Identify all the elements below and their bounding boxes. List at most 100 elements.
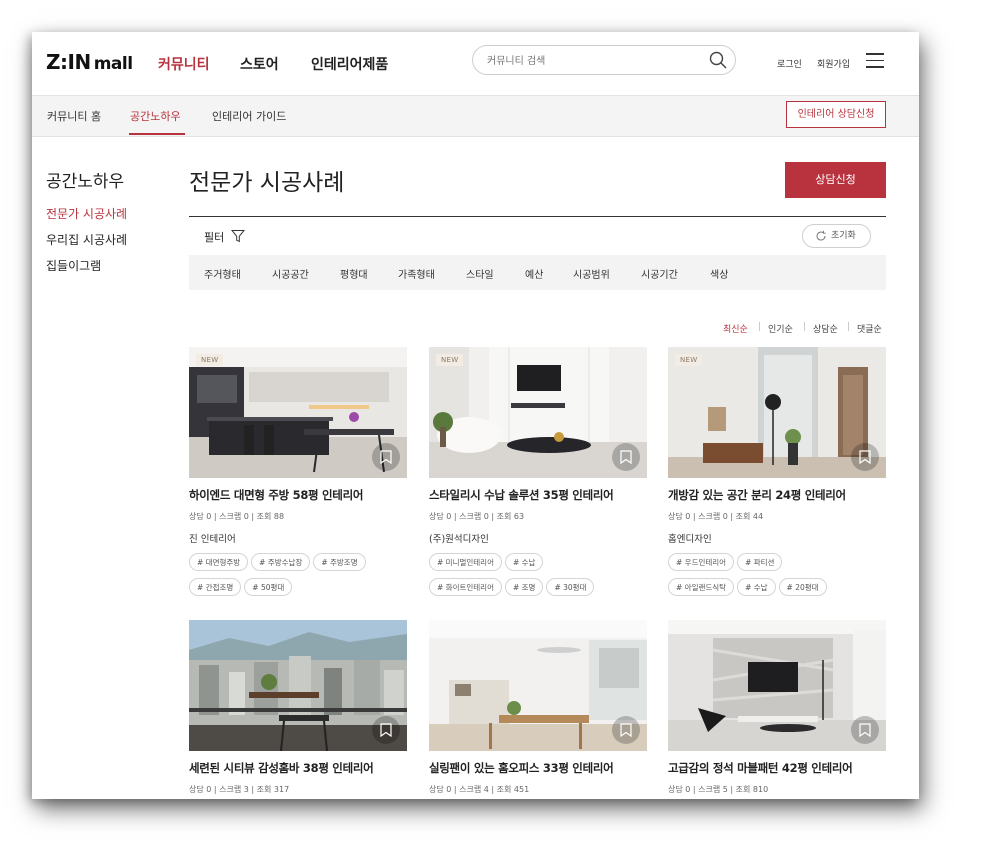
login-link[interactable]: 로그인 xyxy=(777,57,802,70)
filter-icon[interactable] xyxy=(231,229,245,243)
case-stats: 상담 0 | 스크랩 4 | 조회 451 xyxy=(429,785,530,794)
tag-row: # 아일랜드식탁 # 수납 # 20평대 xyxy=(668,578,830,598)
title-divider xyxy=(189,216,886,217)
case-title[interactable]: 실링팬이 있는 홈오피스 33평 인테리어 xyxy=(429,760,614,776)
sidebar-item-home-cases[interactable]: 우리집 시공사례 xyxy=(46,231,127,248)
company-name[interactable]: 홈엔디자인 xyxy=(668,531,712,545)
reset-button[interactable]: 초기화 xyxy=(802,224,871,248)
bookmark-icon[interactable] xyxy=(612,443,640,471)
company-name[interactable]: (주)원석디자인 xyxy=(429,531,489,545)
sidebar-item-expert-cases[interactable]: 전문가 시공사례 xyxy=(46,205,127,222)
sub-nav-interior-guide[interactable]: 인테리어 가이드 xyxy=(212,108,286,124)
site-logo[interactable]: Z:IN mall xyxy=(46,50,133,74)
browser-page: Z:INmall 커뮤니티 스토어 인테리어제품 로그인 회원가입 커뮤니티 홈… xyxy=(32,32,919,799)
hashtag[interactable]: # 우드인테리어 xyxy=(668,553,735,571)
main-nav-community[interactable]: 커뮤니티 xyxy=(158,54,210,74)
filter-construction-space[interactable]: 시공공간 xyxy=(272,266,309,281)
logo-zin: Z:IN xyxy=(46,50,91,74)
sidebar-item-housewarming-gram[interactable]: 집들이그램 xyxy=(46,257,101,274)
case-thumbnail[interactable]: NEW xyxy=(429,347,647,478)
hashtag[interactable]: # 50평대 xyxy=(244,578,293,596)
sort-comments[interactable]: 댓글순 xyxy=(857,322,882,335)
filter-label[interactable]: 필터 xyxy=(204,229,224,245)
hashtag[interactable]: # 파티션 xyxy=(737,553,783,571)
filter-construction-period[interactable]: 시공기간 xyxy=(641,266,678,281)
tag-row: # 간접조명 # 50평대 xyxy=(189,578,295,598)
filter-area-size[interactable]: 평형대 xyxy=(340,266,368,281)
main-nav-store[interactable]: 스토어 xyxy=(240,54,279,74)
filter-housing-type[interactable]: 주거형태 xyxy=(204,266,241,281)
hashtag[interactable]: # 수납 xyxy=(504,553,544,571)
case-stats: 상담 0 | 스크랩 0 | 조회 88 xyxy=(189,512,285,521)
hashtag[interactable]: # 간접조명 xyxy=(189,578,242,596)
new-badge: NEW xyxy=(436,354,464,366)
page-title: 전문가 시공사례 xyxy=(189,170,345,196)
signup-link[interactable]: 회원가입 xyxy=(817,57,850,70)
case-stats: 상담 0 | 스크랩 3 | 조회 317 xyxy=(189,785,290,794)
sub-nav-community-home[interactable]: 커뮤니티 홈 xyxy=(47,108,101,124)
case-stats: 상담 0 | 스크랩 0 | 조회 44 xyxy=(668,512,764,521)
case-title[interactable]: 개방감 있는 공간 분리 24평 인테리어 xyxy=(668,487,846,503)
hashtag[interactable]: # 조명 xyxy=(504,578,544,596)
sub-nav-bar: 커뮤니티 홈 공간노하우 인테리어 가이드 인테리어 상담신청 xyxy=(32,96,919,137)
hashtag[interactable]: # 화이트인테리어 xyxy=(429,578,502,596)
case-thumbnail[interactable] xyxy=(668,620,886,751)
consult-button[interactable]: 상담신청 xyxy=(785,162,886,198)
bookmark-icon[interactable] xyxy=(372,443,400,471)
case-thumbnail[interactable]: NEW xyxy=(189,347,407,478)
sort-separator: | xyxy=(803,322,807,332)
bookmark-icon[interactable] xyxy=(372,716,400,744)
search-input[interactable] xyxy=(485,52,699,70)
sort-latest[interactable]: 최신순 xyxy=(723,322,748,335)
case-title[interactable]: 세련된 시티뷰 감성홈바 38평 인테리어 xyxy=(189,760,374,776)
bookmark-icon[interactable] xyxy=(851,716,879,744)
search-box xyxy=(472,45,736,75)
logo-mall: mall xyxy=(93,54,133,74)
hashtag[interactable]: # 수납 xyxy=(737,578,776,596)
filter-style[interactable]: 스타일 xyxy=(466,266,494,281)
case-title[interactable]: 고급감의 정석 마블패턴 42평 인테리어 xyxy=(668,760,853,776)
sort-consult[interactable]: 상담순 xyxy=(813,322,838,335)
tag-row: # 대면형주방 # 주방수납장 # 주방조명 xyxy=(189,553,369,573)
filter-family-type[interactable]: 가족형태 xyxy=(398,266,435,281)
bookmark-icon[interactable] xyxy=(612,716,640,744)
filter-construction-scope[interactable]: 시공범위 xyxy=(573,266,610,281)
hashtag[interactable]: # 20평대 xyxy=(778,578,827,596)
sidebar-title: 공간노하우 xyxy=(46,172,125,192)
main-nav-interior-products[interactable]: 인테리어제품 xyxy=(311,54,388,74)
hashtag[interactable]: # 아일랜드식탁 xyxy=(668,578,735,596)
filter-budget[interactable]: 예산 xyxy=(525,266,543,281)
case-stats: 상담 0 | 스크랩 5 | 조회 810 xyxy=(668,785,769,794)
new-badge: NEW xyxy=(675,354,703,366)
interior-consult-button[interactable]: 인테리어 상담신청 xyxy=(786,101,886,128)
new-badge: NEW xyxy=(196,354,224,366)
bookmark-icon[interactable] xyxy=(851,443,879,471)
sort-popular[interactable]: 인기순 xyxy=(768,322,793,335)
case-title[interactable]: 하이엔드 대면형 주방 58평 인테리어 xyxy=(189,487,363,503)
hashtag[interactable]: # 대면형주방 xyxy=(189,553,249,571)
hamburger-icon[interactable] xyxy=(866,53,884,69)
active-tab-underline xyxy=(129,133,185,135)
case-thumbnail[interactable] xyxy=(429,620,647,751)
search-icon[interactable] xyxy=(709,51,727,69)
tag-row: # 화이트인테리어 # 조명 # 30평대 xyxy=(429,578,597,598)
case-thumbnail[interactable] xyxy=(189,620,407,751)
case-thumbnail[interactable]: NEW xyxy=(668,347,886,478)
case-stats: 상담 0 | 스크랩 0 | 조회 63 xyxy=(429,512,525,521)
hashtag[interactable]: # 주방수납장 xyxy=(251,553,311,571)
hashtag[interactable]: # 30평대 xyxy=(546,578,595,596)
tag-row: # 우드인테리어 # 파티션 xyxy=(668,553,785,573)
filter-color[interactable]: 색상 xyxy=(710,266,728,281)
hashtag[interactable]: # 주방조명 xyxy=(313,553,366,571)
hashtag[interactable]: # 미니멀인테리어 xyxy=(429,553,502,571)
sort-separator: | xyxy=(758,322,762,332)
tag-row: # 미니멀인테리어 # 수납 xyxy=(429,553,546,573)
refresh-icon xyxy=(816,230,826,241)
filter-category-bar: 주거형태 시공공간 평형대 가족형태 스타일 예산 시공범위 시공기간 색상 xyxy=(189,255,886,290)
company-name[interactable]: 진 인테리어 xyxy=(189,531,236,545)
reset-label: 초기화 xyxy=(831,231,856,241)
top-header: Z:INmall 커뮤니티 스토어 인테리어제품 로그인 회원가입 xyxy=(32,32,919,96)
sub-nav-space-knowhow[interactable]: 공간노하우 xyxy=(130,108,181,124)
case-title[interactable]: 스타일리시 수납 솔루션 35평 인테리어 xyxy=(429,487,614,503)
sort-separator: | xyxy=(847,322,851,332)
